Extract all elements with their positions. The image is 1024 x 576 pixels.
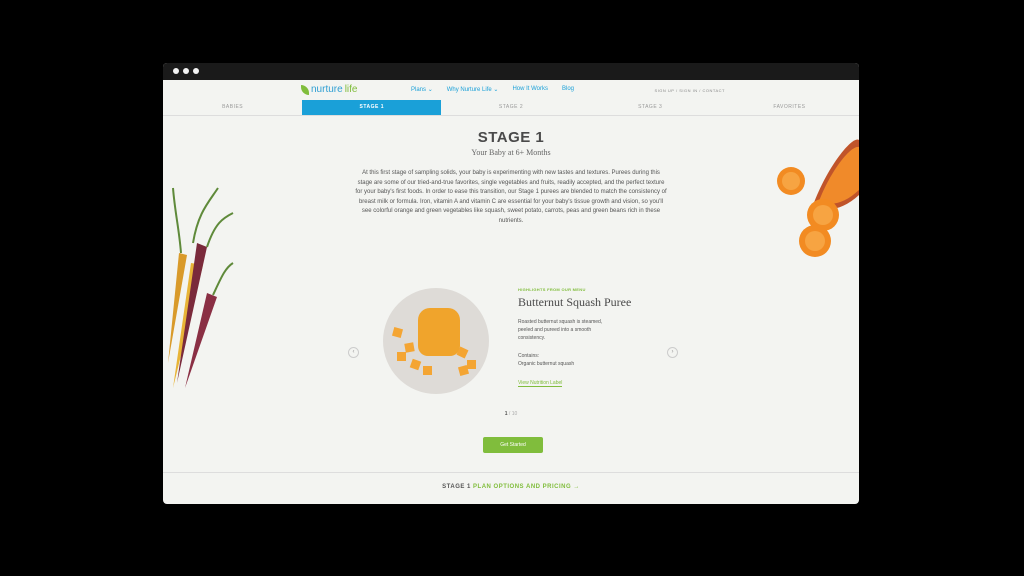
tab-stage-3[interactable]: STAGE 3: [581, 100, 720, 115]
carousel-pager: 1 / 10: [163, 411, 859, 417]
title-bar: [163, 63, 859, 80]
menu-label: Plans: [411, 87, 427, 93]
tab-babies[interactable]: BABIES: [163, 100, 302, 115]
pager-current: 1: [504, 411, 508, 417]
carrots-image: [168, 187, 234, 388]
squash-cube: [457, 364, 470, 377]
window-dot[interactable]: [183, 68, 189, 74]
stage-description: At this first stage of sampling solids, …: [355, 170, 667, 224]
stage-tabs: BABIES STAGE 1 STAGE 2 STAGE 3 FAVORITES: [163, 100, 859, 116]
menu-highlight-label: HIGHLIGHTS FROM OUR MENU: [518, 287, 586, 292]
tab-stage-1[interactable]: STAGE 1: [302, 100, 442, 115]
menu-item-plans[interactable]: Plans ⌄: [411, 86, 433, 93]
chevron-right-icon: ›: [671, 349, 674, 355]
brand-logo[interactable]: nurture life: [301, 84, 357, 95]
main-menu: Plans ⌄ Why Nurture Life ⌄ How It Works …: [411, 86, 574, 93]
carousel-next-button[interactable]: ›: [667, 347, 678, 358]
squash-cube: [467, 360, 476, 369]
product-description: Roasted butternut squash is steamed, pee…: [518, 319, 603, 341]
squash-cube: [456, 346, 469, 359]
chevron-down-icon: ⌄: [427, 87, 433, 93]
nutrition-label-link[interactable]: View Nutrition Label: [518, 380, 563, 387]
leaf-icon: [301, 84, 309, 95]
product-contains: Contains: Organic butternut squash: [518, 352, 638, 368]
contains-value: Organic butternut squash: [518, 361, 575, 367]
plan-options-link[interactable]: STAGE 1 PLAN OPTIONS AND PRICING →: [163, 484, 859, 490]
tab-favorites[interactable]: FAVORITES: [720, 100, 859, 115]
pager-separator: /: [508, 411, 511, 417]
page-subtitle: Your Baby at 6+ Months: [471, 148, 551, 157]
puree-jar: [418, 308, 460, 356]
product-title: Butternut Squash Puree: [518, 295, 632, 309]
carousel-prev-button[interactable]: ‹: [348, 347, 359, 358]
product-image: [383, 288, 489, 394]
menu-item-why[interactable]: Why Nurture Life ⌄: [447, 86, 499, 93]
menu-item-blog[interactable]: Blog: [562, 86, 574, 93]
brand-name-suffix: life: [344, 84, 358, 95]
squash-cube: [397, 352, 406, 361]
divider: [163, 472, 859, 473]
window-dot[interactable]: [193, 68, 199, 74]
tab-stage-2[interactable]: STAGE 2: [441, 100, 580, 115]
plan-options-label: PLAN OPTIONS AND PRICING →: [473, 484, 580, 490]
menu-label: Why Nurture Life: [446, 87, 492, 93]
chevron-down-icon: ⌄: [493, 87, 499, 93]
contains-label: Contains:: [518, 353, 540, 359]
chevron-left-icon: ‹: [352, 349, 355, 355]
plan-stage-label: STAGE 1: [442, 484, 471, 490]
pager-total: 10: [511, 411, 518, 417]
squash-cube: [423, 366, 432, 375]
account-links[interactable]: SIGN UP / SIGN IN / CONTACT: [655, 88, 725, 93]
brand-name: nurture: [311, 84, 343, 95]
window-dot[interactable]: [173, 68, 179, 74]
menu-item-how[interactable]: How It Works: [512, 86, 548, 93]
page-title: STAGE 1: [477, 129, 545, 146]
get-started-button[interactable]: Get Started: [483, 437, 543, 453]
browser-window: nurture life Plans ⌄ Why Nurture Life ⌄ …: [163, 63, 859, 504]
top-nav: nurture life Plans ⌄ Why Nurture Life ⌄ …: [163, 80, 859, 100]
squash-cube: [391, 326, 404, 339]
squash-cube: [409, 358, 422, 371]
